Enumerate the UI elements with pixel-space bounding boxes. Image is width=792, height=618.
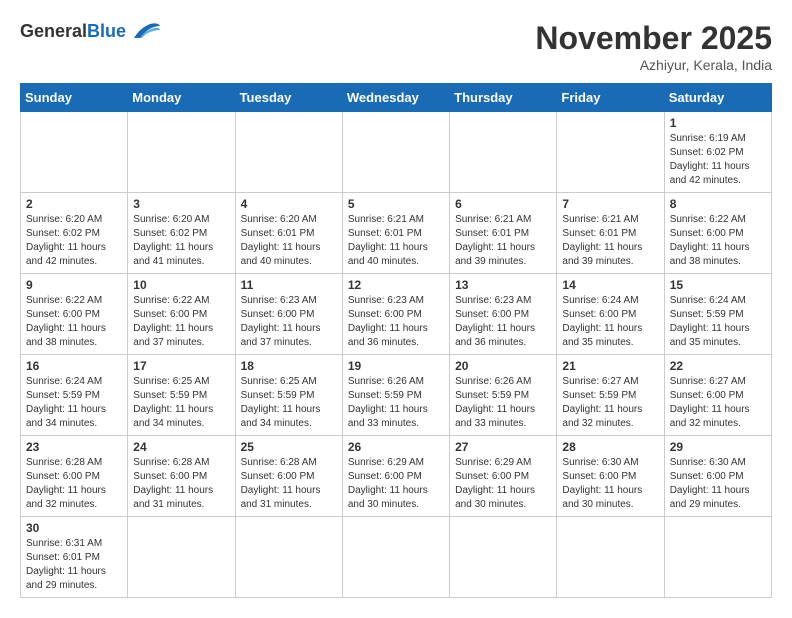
empty-cell — [128, 112, 235, 193]
week-row-4: 16 Sunrise: 6:24 AMSunset: 5:59 PMDaylig… — [21, 355, 772, 436]
empty-cell — [235, 112, 342, 193]
week-row-6: 30 Sunrise: 6:31 AMSunset: 6:01 PMDaylig… — [21, 517, 772, 598]
empty-cell — [128, 517, 235, 598]
day-4: 4 Sunrise: 6:20 AMSunset: 6:01 PMDayligh… — [235, 193, 342, 274]
day-15: 15 Sunrise: 6:24 AMSunset: 5:59 PMDaylig… — [664, 274, 771, 355]
day-9: 9 Sunrise: 6:22 AMSunset: 6:00 PMDayligh… — [21, 274, 128, 355]
empty-cell — [557, 112, 664, 193]
empty-cell — [342, 517, 449, 598]
day-23: 23 Sunrise: 6:28 AMSunset: 6:00 PMDaylig… — [21, 436, 128, 517]
day-26: 26 Sunrise: 6:29 AMSunset: 6:00 PMDaylig… — [342, 436, 449, 517]
day-11: 11 Sunrise: 6:23 AMSunset: 6:00 PMDaylig… — [235, 274, 342, 355]
day-22: 22 Sunrise: 6:27 AMSunset: 6:00 PMDaylig… — [664, 355, 771, 436]
empty-cell — [235, 517, 342, 598]
month-title: November 2025 — [535, 20, 772, 57]
day-29: 29 Sunrise: 6:30 AMSunset: 6:00 PMDaylig… — [664, 436, 771, 517]
header-tuesday: Tuesday — [235, 84, 342, 112]
title-block: November 2025 Azhiyur, Kerala, India — [535, 20, 772, 73]
day-20: 20 Sunrise: 6:26 AMSunset: 5:59 PMDaylig… — [450, 355, 557, 436]
header-wednesday: Wednesday — [342, 84, 449, 112]
empty-cell — [664, 517, 771, 598]
day-2: 2 Sunrise: 6:20 AMSunset: 6:02 PMDayligh… — [21, 193, 128, 274]
day-28: 28 Sunrise: 6:30 AMSunset: 6:00 PMDaylig… — [557, 436, 664, 517]
logo: GeneralBlue — [20, 20, 162, 42]
header-thursday: Thursday — [450, 84, 557, 112]
day-16: 16 Sunrise: 6:24 AMSunset: 5:59 PMDaylig… — [21, 355, 128, 436]
day-13: 13 Sunrise: 6:23 AMSunset: 6:00 PMDaylig… — [450, 274, 557, 355]
empty-cell — [450, 112, 557, 193]
day-25: 25 Sunrise: 6:28 AMSunset: 6:00 PMDaylig… — [235, 436, 342, 517]
week-row-3: 9 Sunrise: 6:22 AMSunset: 6:00 PMDayligh… — [21, 274, 772, 355]
empty-cell — [557, 517, 664, 598]
weekday-header-row: Sunday Monday Tuesday Wednesday Thursday… — [21, 84, 772, 112]
day-24: 24 Sunrise: 6:28 AMSunset: 6:00 PMDaylig… — [128, 436, 235, 517]
header-saturday: Saturday — [664, 84, 771, 112]
day-3: 3 Sunrise: 6:20 AMSunset: 6:02 PMDayligh… — [128, 193, 235, 274]
location: Azhiyur, Kerala, India — [535, 57, 772, 73]
week-row-2: 2 Sunrise: 6:20 AMSunset: 6:02 PMDayligh… — [21, 193, 772, 274]
empty-cell — [342, 112, 449, 193]
day-30: 30 Sunrise: 6:31 AMSunset: 6:01 PMDaylig… — [21, 517, 128, 598]
day-7: 7 Sunrise: 6:21 AMSunset: 6:01 PMDayligh… — [557, 193, 664, 274]
header-friday: Friday — [557, 84, 664, 112]
day-27: 27 Sunrise: 6:29 AMSunset: 6:00 PMDaylig… — [450, 436, 557, 517]
week-row-1: 1 Sunrise: 6:19 AMSunset: 6:02 PMDayligh… — [21, 112, 772, 193]
day-18: 18 Sunrise: 6:25 AMSunset: 5:59 PMDaylig… — [235, 355, 342, 436]
header-sunday: Sunday — [21, 84, 128, 112]
header-monday: Monday — [128, 84, 235, 112]
calendar-table: Sunday Monday Tuesday Wednesday Thursday… — [20, 83, 772, 598]
day-5: 5 Sunrise: 6:21 AMSunset: 6:01 PMDayligh… — [342, 193, 449, 274]
week-row-5: 23 Sunrise: 6:28 AMSunset: 6:00 PMDaylig… — [21, 436, 772, 517]
day-10: 10 Sunrise: 6:22 AMSunset: 6:00 PMDaylig… — [128, 274, 235, 355]
empty-cell — [450, 517, 557, 598]
logo-general: GeneralBlue — [20, 21, 126, 42]
day-6: 6 Sunrise: 6:21 AMSunset: 6:01 PMDayligh… — [450, 193, 557, 274]
logo-bird-icon — [130, 20, 162, 42]
day-17: 17 Sunrise: 6:25 AMSunset: 5:59 PMDaylig… — [128, 355, 235, 436]
day-8: 8 Sunrise: 6:22 AMSunset: 6:00 PMDayligh… — [664, 193, 771, 274]
day-21: 21 Sunrise: 6:27 AMSunset: 5:59 PMDaylig… — [557, 355, 664, 436]
page-header: GeneralBlue November 2025 Azhiyur, Keral… — [20, 20, 772, 73]
day-12: 12 Sunrise: 6:23 AMSunset: 6:00 PMDaylig… — [342, 274, 449, 355]
day-1: 1 Sunrise: 6:19 AMSunset: 6:02 PMDayligh… — [664, 112, 771, 193]
empty-cell — [21, 112, 128, 193]
day-14: 14 Sunrise: 6:24 AMSunset: 6:00 PMDaylig… — [557, 274, 664, 355]
day-19: 19 Sunrise: 6:26 AMSunset: 5:59 PMDaylig… — [342, 355, 449, 436]
